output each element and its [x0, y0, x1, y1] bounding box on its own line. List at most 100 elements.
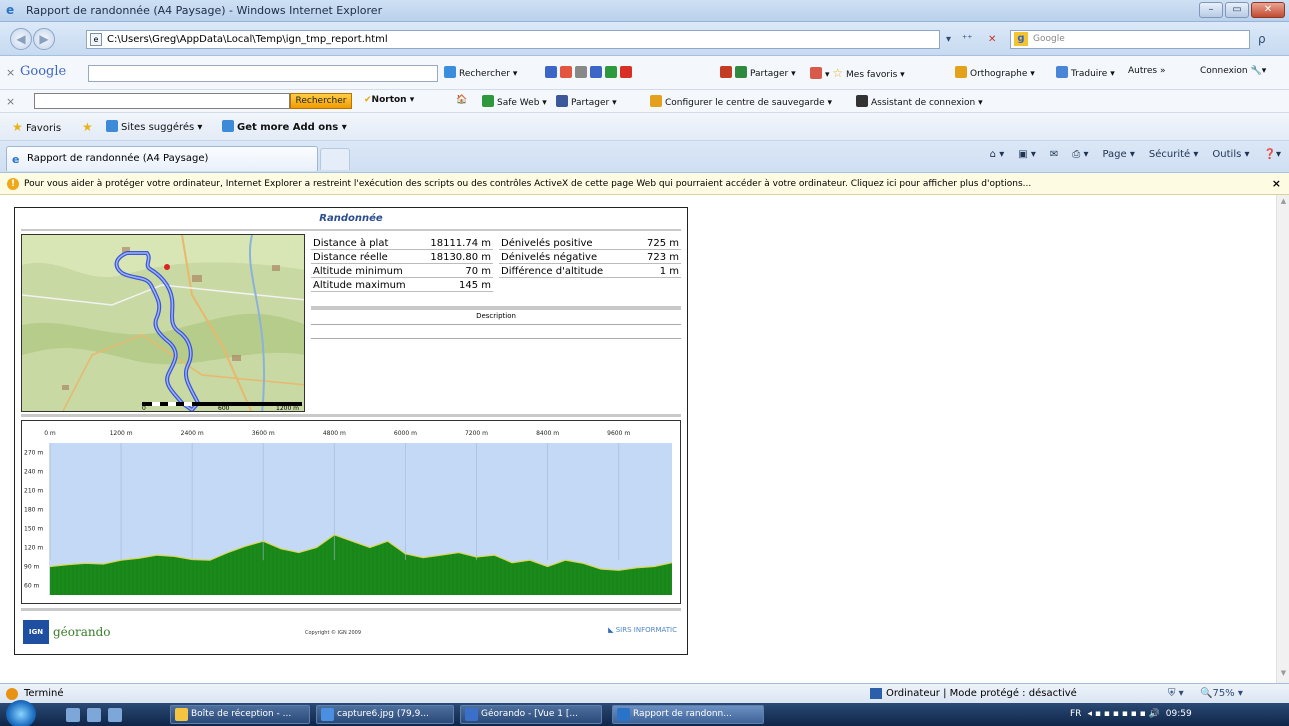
norton-check-icon: ✔: [364, 95, 372, 105]
suggested-sites-button[interactable]: Sites suggérés ▾: [106, 120, 202, 133]
quicklaunch-icon[interactable]: [108, 708, 122, 722]
page-icon: e: [90, 33, 102, 46]
elevation-chart: 0 m 1200 m 2400 m 3600 m 4800 m 6000 m 7200 m 8…: [24, 430, 673, 595]
description-label: Description: [311, 312, 681, 325]
google-search-input[interactable]: [88, 65, 438, 82]
signin-button[interactable]: Connexion 🔧▾: [1200, 66, 1266, 76]
warning-icon: !: [7, 178, 19, 190]
taskbar-button-mail[interactable]: Boîte de réception - ...: [170, 705, 310, 724]
tray-icons[interactable]: ◂ ▪ ▪ ▪ ▪ ▪ ▪ 🔊: [1087, 703, 1159, 726]
quick-launch: [66, 708, 122, 722]
taskbar-button-ie[interactable]: Rapport de randonn...: [612, 705, 764, 724]
suggested-sites-icon: [106, 120, 118, 132]
quicklaunch-icon[interactable]: [66, 708, 80, 722]
page-menu[interactable]: Page ▾: [1102, 149, 1134, 160]
norton-search-button[interactable]: Rechercher: [290, 93, 352, 109]
vertical-scrollbar[interactable]: ▲ ▼: [1276, 195, 1289, 683]
status-text: Terminé: [24, 688, 64, 699]
refresh-button[interactable]: ⁺⁺: [962, 30, 973, 49]
scale-label-start: 0: [142, 405, 146, 412]
x-tick-label: 8400 m: [536, 430, 559, 437]
facebook-share-button[interactable]: Partager ▾: [556, 95, 617, 108]
minimize-button[interactable]: –: [1199, 2, 1223, 18]
done-icon: [6, 688, 18, 700]
search-go-button[interactable]: ρ: [1258, 30, 1282, 49]
search-input[interactable]: g Google: [1010, 30, 1250, 49]
stat-row: Dénivelés négative 723 m: [499, 252, 681, 264]
norton-search-input[interactable]: [34, 93, 290, 109]
google-favorites-button[interactable]: ▾ ☆ Mes favoris ▾: [810, 66, 905, 80]
security-menu[interactable]: Sécurité ▾: [1149, 149, 1199, 160]
y-tick-label: 180 m: [24, 507, 43, 514]
google-tools-icons[interactable]: [545, 66, 635, 79]
window-controls: – ▭ ✕: [1199, 2, 1285, 18]
tab-report[interactable]: e Rapport de randonnée (A4 Paysage): [6, 146, 318, 171]
zoom-level[interactable]: 🔍75% ▾: [1200, 684, 1243, 704]
google-search-button[interactable]: Rechercher ▾: [444, 66, 517, 79]
security-zone[interactable]: Ordinateur | Mode protégé : désactivé: [868, 684, 1077, 704]
translate-button[interactable]: Traduire ▾: [1056, 66, 1115, 79]
quicklaunch-icon[interactable]: [87, 708, 101, 722]
safeweb-button[interactable]: Safe Web ▾: [482, 95, 547, 108]
stat-row: Altitude maximum 145 m: [311, 280, 493, 292]
help-icon[interactable]: ❓▾: [1264, 149, 1281, 160]
scroll-down-icon[interactable]: ▼: [1278, 669, 1289, 681]
scroll-up-icon[interactable]: ▲: [1278, 197, 1289, 209]
description-line: [311, 338, 681, 339]
norton-toolbar: × Rechercher ✔Norton ▾ 🏠 Safe Web ▾ Part…: [0, 90, 1289, 113]
clock[interactable]: 09:59: [1166, 703, 1192, 726]
taskbar-button-image[interactable]: capture6.jpg (79,9...: [316, 705, 454, 724]
ie-logo-icon: e: [6, 3, 15, 17]
window-titlebar: e Rapport de randonnée (A4 Paysage) - Wi…: [0, 0, 1289, 22]
address-bar[interactable]: e C:\Users\Greg\AppData\Local\Temp\ign_t…: [86, 30, 940, 49]
x-tick-label: 1200 m: [110, 430, 133, 437]
taskbar-button-georando[interactable]: Géorando - [Vue 1 [...: [460, 705, 602, 724]
command-bar: ⌂ ▾ ▣ ▾ ✉ ⎙ ▾ Page ▾ Sécurité ▾ Outils ▾…: [990, 149, 1281, 160]
get-addons-button[interactable]: Get more Add ons ▾: [222, 120, 347, 133]
spellcheck-button[interactable]: Orthographe ▾: [955, 66, 1035, 79]
tools-menu[interactable]: Outils ▾: [1212, 149, 1249, 160]
close-norton-icon[interactable]: ×: [6, 95, 15, 108]
google-logo: Google: [20, 64, 67, 79]
maximize-button[interactable]: ▭: [1225, 2, 1249, 18]
tab-ie-icon: e: [12, 153, 20, 166]
close-window-button[interactable]: ✕: [1251, 2, 1285, 18]
x-tick-label: 4800 m: [323, 430, 346, 437]
address-url: C:\Users\Greg\AppData\Local\Temp\ign_tmp…: [107, 34, 388, 45]
backup-icon: [650, 95, 662, 107]
forward-button[interactable]: ▶: [33, 28, 55, 50]
info-bar-close[interactable]: ×: [1272, 173, 1281, 194]
home-icon[interactable]: 🏠: [456, 95, 467, 105]
status-bar: Terminé Ordinateur | Mode protégé : désa…: [0, 683, 1289, 703]
scale-label-end: 1200 m: [276, 405, 300, 412]
back-button[interactable]: ◀: [10, 28, 32, 50]
security-info-bar[interactable]: ! Pour vous aider à protéger votre ordin…: [0, 173, 1289, 195]
stop-button[interactable]: ✕: [988, 30, 996, 49]
start-button[interactable]: [6, 700, 36, 726]
more-button[interactable]: Autres »: [1128, 66, 1166, 76]
page-content: Randonnée 0 600 1200 m Distance à plat 1…: [0, 195, 1276, 683]
footer-divider: [21, 608, 681, 611]
sirs-icon: ◣: [608, 626, 614, 634]
backup-button[interactable]: Configurer le centre de sauvegarde ▾: [650, 95, 832, 108]
protected-mode-icon[interactable]: ⛨ ▾: [1168, 684, 1184, 704]
copyright-text: Copyright © IGN 2009: [305, 630, 362, 636]
norton-menu[interactable]: ✔Norton ▾: [364, 95, 414, 105]
feeds-icon[interactable]: ▣ ▾: [1018, 149, 1036, 160]
dropdown-arrow-icon[interactable]: ▾: [946, 30, 951, 49]
star-icon: ☆: [832, 66, 844, 80]
home-menu-icon[interactable]: ⌂ ▾: [990, 149, 1005, 160]
favorites-button[interactable]: ★ Favoris: [12, 120, 61, 134]
stat-row: Différence d'altitude 1 m: [499, 266, 681, 278]
hiking-report: Randonnée 0 600 1200 m Distance à plat 1…: [14, 207, 688, 655]
share-button[interactable]: Partager ▾: [720, 66, 796, 79]
language-indicator[interactable]: FR: [1070, 703, 1081, 726]
new-tab-button[interactable]: [320, 148, 350, 170]
stat-row: Altitude minimum 70 m: [311, 266, 493, 278]
mail-icon[interactable]: ✉: [1050, 149, 1058, 160]
add-favorite-icon[interactable]: ★: [82, 120, 93, 134]
login-assistant-button[interactable]: Assistant de connexion ▾: [856, 95, 983, 108]
print-icon[interactable]: ⎙ ▾: [1072, 149, 1088, 160]
stat-row: Dénivelés positive 725 m: [499, 238, 681, 250]
close-toolbar-icon[interactable]: ×: [6, 66, 15, 79]
